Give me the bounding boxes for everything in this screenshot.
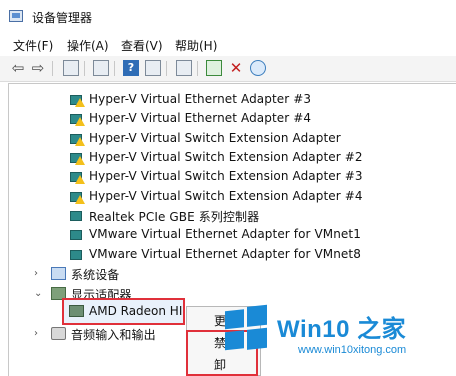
- network-adapter-warning-icon: [70, 190, 85, 204]
- tree-item[interactable]: Realtek PCIe GBE 系列控制器: [70, 207, 370, 226]
- audio-io-icon: [51, 327, 66, 340]
- toolbar-separator: [84, 61, 85, 76]
- tree-item[interactable]: Hyper-V Virtual Switch Extension Adapter: [70, 130, 370, 149]
- forward-arrow-icon[interactable]: ⇨: [30, 60, 46, 76]
- chevron-right-icon[interactable]: ›: [34, 327, 44, 341]
- device-label: Hyper-V Virtual Switch Extension Adapter: [89, 131, 341, 145]
- tree-item[interactable]: VMware Virtual Ethernet Adapter for VMne…: [70, 226, 370, 245]
- toolbar-separator: [166, 61, 167, 76]
- device-label: Hyper-V Virtual Ethernet Adapter #3: [89, 92, 312, 106]
- view-icon[interactable]: [145, 60, 161, 76]
- toolbar-separator: [52, 61, 53, 76]
- update-icon[interactable]: [93, 60, 109, 76]
- device-label: Hyper-V Virtual Switch Extension Adapter…: [89, 189, 363, 203]
- download-icon[interactable]: [250, 60, 266, 76]
- network-adapter-warning-icon: [70, 112, 85, 126]
- category-label: 系统设备: [71, 268, 120, 282]
- watermark-title: Win10 之家: [277, 316, 407, 343]
- device-label: VMware Virtual Ethernet Adapter for VMne…: [89, 247, 361, 261]
- network-adapter-icon: [70, 248, 84, 261]
- tree-item[interactable]: Hyper-V Virtual Ethernet Adapter #4: [70, 110, 370, 129]
- network-adapter-warning-icon: [70, 170, 85, 184]
- menu-bar: 文件(F) 操作(A) 查看(V) 帮助(H): [0, 34, 456, 56]
- network-adapter-warning-icon: [70, 93, 85, 107]
- scan-hardware-icon[interactable]: [176, 60, 192, 76]
- update-driver-icon[interactable]: [206, 60, 222, 76]
- toolbar-separator: [197, 61, 198, 76]
- menu-action[interactable]: 操作(A): [67, 37, 109, 54]
- device-label: VMware Virtual Ethernet Adapter for VMne…: [89, 227, 361, 241]
- watermark-url: www.win10xitong.com: [298, 344, 407, 356]
- menu-view[interactable]: 查看(V): [121, 37, 163, 54]
- back-arrow-icon[interactable]: ⇦: [10, 60, 26, 76]
- selected-device-label[interactable]: AMD Radeon HI: [89, 304, 182, 318]
- toolbar-separator: [114, 61, 115, 76]
- tree-item[interactable]: Hyper-V Virtual Switch Extension Adapter…: [70, 168, 370, 187]
- device-label: Realtek PCIe GBE 系列控制器: [89, 210, 260, 224]
- window-title: 设备管理器: [32, 11, 93, 25]
- network-adapter-warning-icon: [70, 151, 85, 165]
- chevron-right-icon[interactable]: ›: [34, 267, 44, 281]
- device-manager-icon: [9, 10, 23, 22]
- help-icon[interactable]: ?: [123, 60, 139, 76]
- title-bar: 设备管理器: [0, 0, 456, 34]
- tree-item[interactable]: Hyper-V Virtual Switch Extension Adapter…: [70, 149, 370, 168]
- device-label: Hyper-V Virtual Ethernet Adapter #4: [89, 111, 312, 125]
- category-label: 音频输入和输出: [71, 328, 156, 342]
- windows-logo-icon: [225, 304, 267, 351]
- tree-item[interactable]: VMware Virtual Ethernet Adapter for VMne…: [70, 246, 370, 265]
- system-devices-icon: [51, 267, 66, 280]
- properties-icon[interactable]: [63, 60, 79, 76]
- toolbar: ⇦ ⇨ ? ✕: [0, 56, 456, 82]
- tree-item[interactable]: Hyper-V Virtual Switch Extension Adapter…: [70, 188, 370, 207]
- device-label: Hyper-V Virtual Switch Extension Adapter…: [89, 169, 363, 183]
- network-adapter-icon: [70, 228, 84, 241]
- display-adapter-icon: [69, 305, 84, 317]
- tree-item[interactable]: Hyper-V Virtual Ethernet Adapter #3: [70, 91, 370, 110]
- network-adapter-warning-icon: [70, 132, 85, 146]
- network-adapter-icon: [70, 209, 84, 222]
- device-label: Hyper-V Virtual Switch Extension Adapter…: [89, 150, 363, 164]
- menu-file[interactable]: 文件(F): [13, 37, 53, 54]
- disable-device-icon[interactable]: ✕: [228, 60, 244, 76]
- chevron-down-icon[interactable]: ⌄: [34, 287, 44, 301]
- device-manager-window: 设备管理器 文件(F) 操作(A) 查看(V) 帮助(H) ⇦ ⇨ ? ✕ Hy…: [0, 0, 456, 376]
- menu-help[interactable]: 帮助(H): [175, 37, 217, 54]
- tree-category-system[interactable]: › 系统设备: [34, 265, 234, 284]
